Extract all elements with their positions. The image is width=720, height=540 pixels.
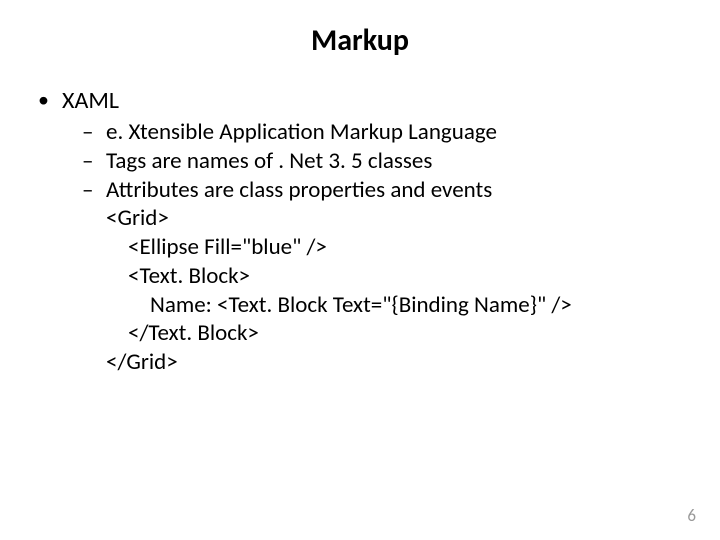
list-item: XAML e. Xtensible Application Markup Lan… [34, 86, 680, 377]
code-block: <Grid> <Ellipse Fill="blue" /> <Text. Bl… [106, 204, 680, 377]
bullet-text: e. Xtensible Application Markup Language [106, 118, 497, 146]
bullet-list-level1: XAML e. Xtensible Application Markup Lan… [34, 86, 680, 377]
slide-title: Markup [0, 22, 720, 59]
bullet-text: Tags are names of . Net 3. 5 classes [106, 147, 432, 175]
bullet-list-level2: e. Xtensible Application Markup Language… [62, 118, 680, 204]
code-line: Name: <Text. Block Text="{Binding Name}"… [106, 291, 680, 320]
bullet-text: XAML [62, 86, 119, 115]
bullet-text: Attributes are class properties and even… [106, 176, 492, 204]
code-line: </Text. Block> [106, 319, 680, 348]
list-item: Tags are names of . Net 3. 5 classes [76, 147, 680, 176]
slide: Markup XAML e. Xtensible Application Mar… [0, 0, 720, 540]
code-line: <Text. Block> [106, 262, 680, 291]
code-line: </Grid> [106, 348, 680, 377]
code-line: <Grid> [106, 204, 680, 233]
list-item: e. Xtensible Application Markup Language [76, 118, 680, 147]
list-item: Attributes are class properties and even… [76, 176, 680, 205]
code-line: <Ellipse Fill="blue" /> [106, 233, 680, 262]
slide-content: XAML e. Xtensible Application Markup Lan… [34, 86, 680, 381]
page-number: 6 [687, 505, 696, 526]
